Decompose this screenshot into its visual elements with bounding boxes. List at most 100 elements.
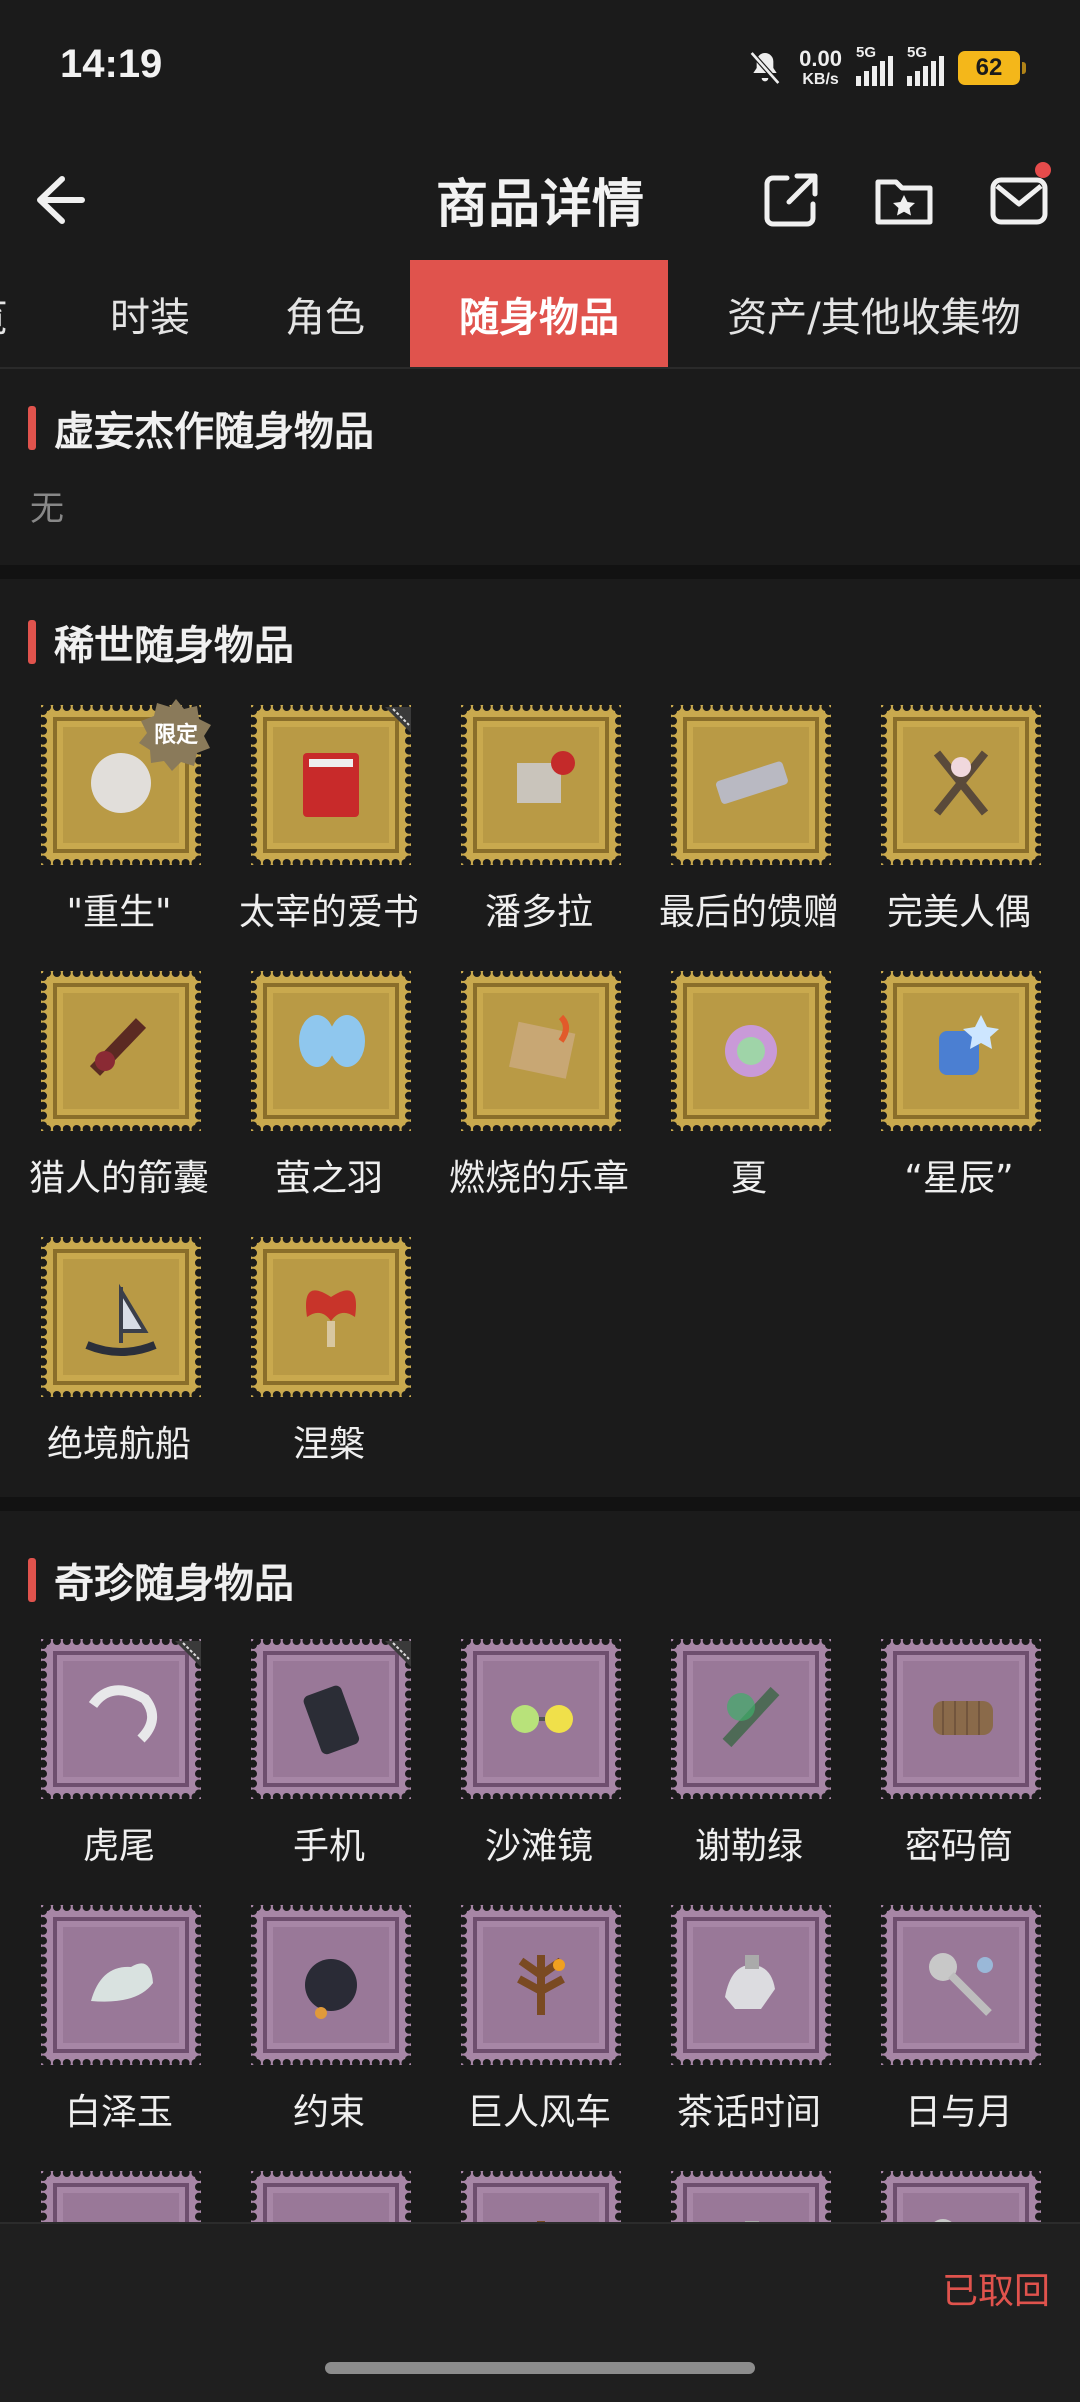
- home-indicator[interactable]: [325, 2362, 755, 2374]
- signal-sim2: 5G: [907, 44, 944, 86]
- item-label: 燃烧的乐章: [448, 1158, 629, 1199]
- section-title: 稀世随身物品: [28, 613, 294, 671]
- tab-assets-other[interactable]: 资产/其他收集物: [668, 260, 1080, 367]
- item-label: 夏: [730, 1158, 767, 1199]
- tab-character[interactable]: 角色: [235, 260, 415, 367]
- tab-fashion[interactable]: 时装: [60, 260, 240, 367]
- accessory-item[interactable]: 猎人的箭囊: [0, 971, 209, 1211]
- accessory-item[interactable]: 巨人风车: [419, 1905, 629, 2145]
- item-label: 虎尾: [82, 1826, 155, 1867]
- limited-badge-text: 限定: [154, 722, 198, 748]
- accessory-item[interactable]: 茶话时间: [629, 1905, 839, 2145]
- stamp-image: [251, 1905, 411, 2065]
- section-divider: [0, 565, 1080, 579]
- accessory-item[interactable]: 萤之羽: [209, 971, 419, 1211]
- bell-off-icon: [749, 51, 781, 85]
- stamp-image: [881, 971, 1041, 1131]
- stamp-image: [251, 2171, 411, 2222]
- mail-button[interactable]: [985, 162, 1053, 234]
- stamp-image: [671, 1639, 831, 1799]
- accessory-item[interactable]: 限定 "重生": [0, 699, 211, 945]
- accessory-item[interactable]: [209, 2171, 419, 2222]
- accessory-item[interactable]: 太宰的爱书: [209, 705, 419, 945]
- accessory-item[interactable]: [0, 2171, 209, 2222]
- accessory-item[interactable]: 约束: [209, 1905, 419, 2145]
- accessory-item[interactable]: 潘多拉: [419, 705, 629, 945]
- recalled-status[interactable]: 已取回: [942, 2262, 1050, 2314]
- tab-overview[interactable]: 览: [0, 260, 28, 367]
- item-label: 茶话时间: [676, 2092, 821, 2133]
- accessory-item[interactable]: 沙滩镜: [419, 1639, 629, 1879]
- stamp-frame: [671, 705, 831, 865]
- stamp-image: [671, 971, 831, 1131]
- stamp-frame: [251, 2171, 411, 2222]
- item-label: 密码筒: [904, 1826, 1013, 1867]
- tab-accessories[interactable]: 随身物品: [410, 260, 668, 367]
- corner-ribbon-icon: [175, 1641, 201, 1667]
- accessory-item[interactable]: 涅槃: [209, 1237, 419, 1477]
- stamp-frame: [461, 1905, 621, 2065]
- stamp-frame: [251, 971, 411, 1131]
- status-bar: 14:19 0.00 KB/s 5G 5G 62: [0, 0, 1080, 140]
- item-label: 日与月: [904, 2092, 1013, 2133]
- stamp-image: [671, 705, 831, 865]
- app-header: 商品详情: [0, 140, 1080, 260]
- item-label: 绝境航船: [46, 1424, 191, 1465]
- accessory-item[interactable]: 日与月: [839, 1905, 1049, 2145]
- stamp-frame: [671, 1639, 831, 1799]
- accessory-item[interactable]: 谢勒绿: [629, 1639, 839, 1879]
- accessory-item[interactable]: 白泽玉: [0, 1905, 209, 2145]
- stamp-image: [41, 1905, 201, 2065]
- stamp-frame: [881, 705, 1041, 865]
- stamp-image: [461, 1639, 621, 1799]
- stamp-image: [881, 2171, 1041, 2222]
- stamp-frame: [41, 1237, 201, 1397]
- item-label: 谢勒绿: [694, 1826, 803, 1867]
- accessory-item[interactable]: 密码筒: [839, 1639, 1049, 1879]
- network-speed: 0.00 KB/s: [799, 46, 842, 88]
- item-label: 潘多拉: [484, 892, 593, 933]
- back-arrow-icon[interactable]: [22, 165, 92, 235]
- corner-ribbon-icon: [385, 707, 411, 733]
- stamp-frame: [671, 2171, 831, 2222]
- status-time: 14:19: [60, 42, 163, 86]
- item-label: 涅槃: [292, 1424, 365, 1465]
- accessory-item[interactable]: [629, 2171, 839, 2222]
- accessory-item[interactable]: 夏: [629, 971, 839, 1211]
- item-label: 太宰的爱书: [238, 892, 419, 933]
- item-label: 手机: [292, 1826, 365, 1867]
- item-label: 猎人的箭囊: [28, 1158, 209, 1199]
- stamp-frame: [251, 1237, 411, 1397]
- stamp-frame: [251, 1905, 411, 2065]
- notification-dot: [1035, 162, 1051, 178]
- item-label: 白泽玉: [64, 2092, 173, 2133]
- stamp-image: [881, 705, 1041, 865]
- stamp-image: [41, 971, 201, 1131]
- stamp-image: [41, 1237, 201, 1397]
- accessory-item[interactable]: [839, 2171, 1049, 2222]
- section-rare: 稀世随身物品 限定 "重生" 太宰的爱书 潘多拉 最后的馈赠 完美人偶 猎人的箭…: [0, 579, 1080, 1497]
- section-masterpiece: 虚妄杰作随身物品 无: [0, 369, 1080, 565]
- accessory-item[interactable]: 燃烧的乐章: [419, 971, 629, 1211]
- stamp-image: [881, 1905, 1041, 2065]
- accessory-item[interactable]: 绝境航船: [0, 1237, 209, 1477]
- empty-text: 无: [30, 489, 64, 529]
- accessory-item[interactable]: 手机: [209, 1639, 419, 1879]
- share-icon[interactable]: [757, 166, 825, 234]
- favorite-folder-icon[interactable]: [870, 166, 938, 234]
- signal-sim1: 5G: [856, 44, 893, 86]
- status-indicators: 0.00 KB/s 5G 5G 62: [745, 44, 1026, 88]
- stamp-image: [251, 1237, 411, 1397]
- stamp-image: [251, 971, 411, 1131]
- accessory-item[interactable]: 完美人偶: [839, 705, 1049, 945]
- accessory-item[interactable]: [419, 2171, 629, 2222]
- item-label: 约束: [292, 2092, 365, 2133]
- accessory-item[interactable]: 虎尾: [0, 1639, 209, 1879]
- accessory-item[interactable]: 最后的馈赠: [629, 705, 839, 945]
- stamp-frame: [461, 971, 621, 1131]
- accessory-item[interactable]: “星辰”: [839, 971, 1049, 1211]
- stamp-frame: [461, 2171, 621, 2222]
- stamp-frame: [881, 2171, 1041, 2222]
- item-label: “星辰”: [904, 1158, 1014, 1199]
- item-label: 完美人偶: [886, 892, 1031, 933]
